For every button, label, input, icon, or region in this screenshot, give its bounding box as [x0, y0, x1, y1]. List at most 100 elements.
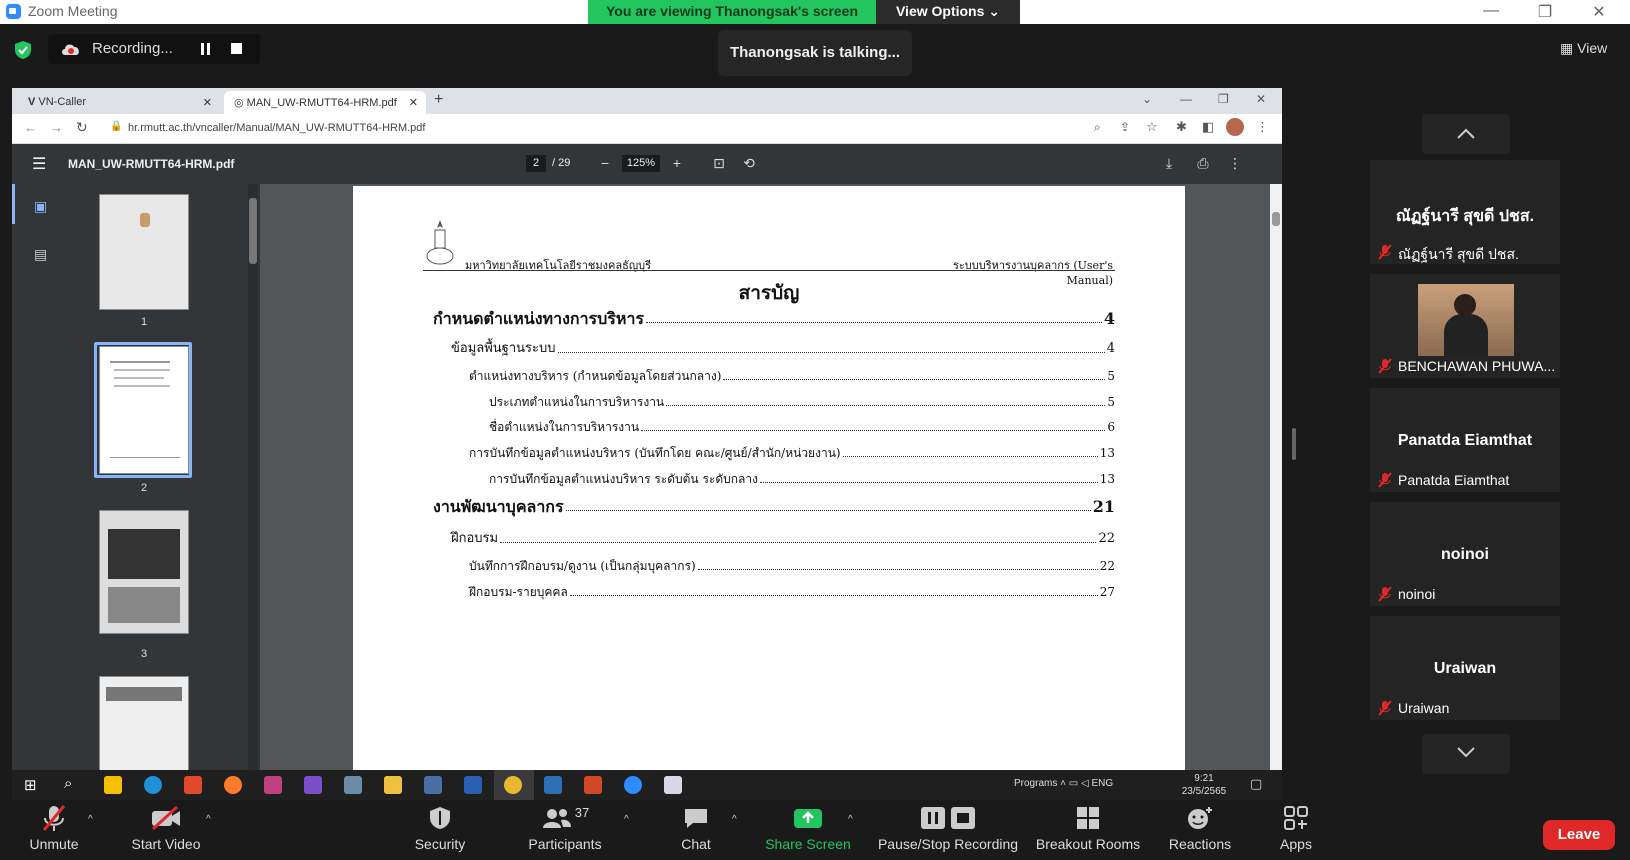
new-tab-icon[interactable]: + — [434, 91, 443, 109]
toc-entry[interactable]: กำหนดตำแหน่งทางการบริหาร 4 — [433, 310, 1115, 328]
start-video-button[interactable]: Start Video — [124, 800, 208, 852]
language-indicator[interactable]: ENG — [1091, 778, 1113, 789]
app-icon[interactable] — [664, 776, 682, 794]
toc-entry[interactable]: ตำแหน่งทางบริหาร (กำหนดข้อมูลโดยส่วนกลาง… — [469, 367, 1115, 385]
thumbnails-view-icon[interactable]: ▣ — [34, 198, 47, 215]
breakout-rooms-button[interactable]: Breakout Rooms — [1032, 800, 1144, 852]
share-screen-button[interactable]: Share Screen — [762, 800, 854, 852]
pause-recording-icon[interactable] — [200, 43, 212, 55]
page-thumbnail-1[interactable] — [99, 194, 189, 310]
restore-icon[interactable]: ❐ — [1530, 2, 1560, 22]
side-panel-icon[interactable]: ◧ — [1202, 119, 1214, 135]
participants-caret-icon[interactable]: ^ — [624, 814, 629, 825]
toc-entry[interactable]: งานพัฒนาบุคลากร 21 — [433, 498, 1115, 516]
taskbar-clock[interactable]: 9:21 23/5/2565 — [1174, 772, 1234, 798]
toc-entry[interactable]: การบันทึกข้อมูลตำแหน่งบริหาร (บันทึกโดย … — [469, 444, 1115, 462]
gallery-scroll-down[interactable] — [1422, 734, 1510, 774]
encryption-shield-icon[interactable] — [14, 40, 32, 60]
toc-entry[interactable]: การบันทึกข้อมูลตำแหน่งบริหาร ระดับต้น ระ… — [489, 470, 1115, 488]
print-icon[interactable]: ⎙ — [1194, 155, 1212, 172]
minimize-icon[interactable]: — — [1180, 92, 1192, 106]
wps-icon[interactable] — [184, 776, 202, 794]
zoom-level-input[interactable]: 125% — [622, 155, 660, 172]
search-icon[interactable]: ⌕ — [64, 775, 72, 792]
sidebar-scrollbar[interactable] — [248, 184, 258, 770]
apps-button[interactable]: Apps — [1266, 800, 1326, 852]
page-thumbnail-4[interactable] — [99, 676, 189, 770]
network-icon[interactable]: ▭ — [1069, 778, 1081, 789]
bookmark-star-icon[interactable]: ☆ — [1146, 119, 1158, 135]
toc-entry[interactable]: ข้อมูลพื้นฐานระบบ 4 — [451, 340, 1115, 358]
more-menu-icon[interactable]: ⋮ — [1256, 119, 1269, 135]
tab-close-icon[interactable]: ✕ — [203, 96, 212, 109]
view-options-button[interactable]: View Options ⌄ — [876, 0, 1020, 24]
participant-tile[interactable]: Panatda Eiamthat Panatda Eiamthat — [1370, 388, 1560, 492]
volume-icon[interactable]: ◁ — [1081, 778, 1091, 789]
toc-entry[interactable]: ฝึกอบรม-รายบุคคล 27 — [469, 583, 1115, 601]
document-scrollbar[interactable] — [1270, 184, 1282, 770]
sticky-notes-icon[interactable] — [104, 776, 122, 794]
zoom-taskbar-icon[interactable] — [624, 776, 642, 794]
file-explorer-icon[interactable] — [384, 776, 402, 794]
chat-button[interactable]: Chat — [664, 800, 728, 852]
panel-resize-handle[interactable] — [1292, 428, 1296, 460]
reload-icon[interactable]: ↻ — [76, 119, 88, 136]
share-icon[interactable]: ⇪ — [1120, 120, 1130, 134]
forward-icon[interactable]: → — [50, 120, 63, 135]
security-button[interactable]: Security — [404, 800, 476, 852]
toc-entry[interactable]: ประเภทตำแหน่งในการบริหารงาน 5 — [489, 393, 1115, 411]
back-icon[interactable]: ← — [24, 120, 37, 135]
close-icon[interactable]: ✕ — [1256, 92, 1266, 106]
participant-tile[interactable]: ณัฏฐ์นารี สุขดี ปชส. ณัฏฐ์นารี สุขดี ปชส… — [1370, 160, 1560, 264]
word-icon[interactable] — [464, 776, 482, 794]
audio-options-caret-icon[interactable]: ^ — [88, 814, 93, 825]
tab-close-icon[interactable]: ✕ — [409, 96, 418, 109]
fit-page-icon[interactable]: ⊡ — [710, 155, 728, 172]
notification-icon[interactable]: ▢ — [1250, 776, 1262, 792]
menu-icon[interactable]: ☰ — [32, 154, 46, 174]
zoom-out-icon[interactable]: − — [596, 155, 614, 171]
powerpoint-icon[interactable] — [584, 776, 602, 794]
page-thumbnail-3[interactable] — [99, 510, 189, 634]
pause-stop-recording-button[interactable]: Pause/Stop Recording — [876, 800, 1020, 852]
more-icon[interactable]: ⋮ — [1226, 155, 1244, 172]
chevron-up-icon[interactable]: ˄ — [1060, 778, 1069, 789]
view-layout-button[interactable]: ▦ View — [1560, 40, 1607, 57]
participants-button[interactable]: 37 Participants — [520, 800, 610, 853]
participant-tile[interactable]: BENCHAWAN PHUWA... — [1370, 274, 1560, 378]
zoom-icon[interactable]: ⌕ — [1094, 120, 1101, 135]
toc-entry[interactable]: ฝึกอบรม 22 — [451, 530, 1115, 548]
participant-tile[interactable]: noinoi noinoi — [1370, 502, 1560, 606]
edge-icon[interactable] — [144, 776, 162, 794]
visual-studio-icon[interactable] — [304, 776, 322, 794]
zoom-in-icon[interactable]: + — [668, 155, 686, 171]
chrome-icon[interactable] — [504, 776, 522, 794]
extensions-icon[interactable]: ✱ — [1176, 119, 1187, 135]
chat-caret-icon[interactable]: ^ — [732, 814, 737, 825]
toc-entry[interactable]: บันทึกการฝึกอบรม/ดูงาน (เป็นกลุ่มบุคลากร… — [469, 557, 1115, 575]
reactions-button[interactable]: Reactions — [1160, 800, 1240, 852]
rotate-icon[interactable]: ⟲ — [740, 155, 758, 172]
close-icon[interactable]: ✕ — [1584, 2, 1614, 22]
minimize-icon[interactable]: — — [1476, 2, 1506, 20]
stop-recording-icon[interactable] — [231, 43, 242, 54]
programs-label[interactable]: Programs — [1014, 778, 1057, 789]
tab-search-icon[interactable]: ⌄ — [1142, 92, 1152, 106]
windows-start-icon[interactable]: ⊞ — [24, 776, 37, 794]
toc-entry[interactable]: ชื่อตำแหน่งในการบริหารงาน 6 — [489, 418, 1115, 436]
app-icon[interactable] — [424, 776, 442, 794]
url-field[interactable]: hr.rmutt.ac.th/vncaller/Manual/MAN_UW-RM… — [128, 122, 425, 134]
page-thumbnail-2[interactable] — [99, 346, 189, 474]
gallery-scroll-up[interactable] — [1422, 114, 1510, 154]
app-icon[interactable] — [344, 776, 362, 794]
video-options-caret-icon[interactable]: ^ — [206, 814, 211, 825]
download-icon[interactable]: ⤓ — [1160, 155, 1178, 172]
page-number-input[interactable]: 2 — [526, 155, 546, 172]
browser-tab-vncaller[interactable]: V VN-Caller ✕ — [18, 91, 220, 114]
share-options-caret-icon[interactable]: ^ — [848, 814, 853, 825]
firefox-icon[interactable] — [224, 776, 242, 794]
participant-tile[interactable]: Uraiwan Uraiwan — [1370, 616, 1560, 720]
app-icon[interactable] — [544, 776, 562, 794]
profile-avatar[interactable] — [1226, 118, 1244, 136]
restore-icon[interactable]: ❐ — [1218, 92, 1229, 106]
